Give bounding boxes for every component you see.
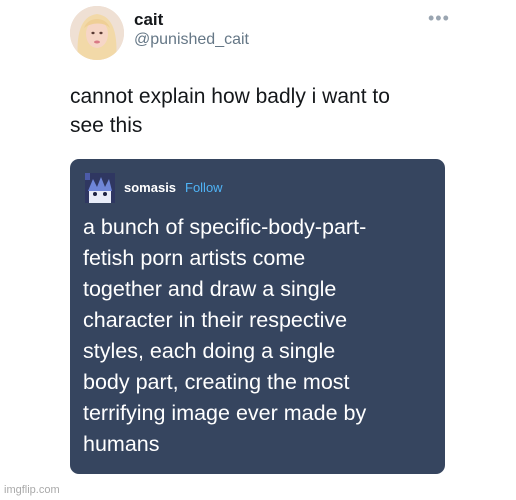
- tweet-text: cannot explain how badly i want to see t…: [70, 82, 440, 140]
- post-body-line: character in their respective: [83, 308, 348, 332]
- post-body: a bunch of specific-body-part- fetish po…: [83, 212, 435, 460]
- post-username[interactable]: somasis: [124, 180, 176, 195]
- post-body-line: a bunch of specific-body-part-: [83, 215, 367, 239]
- post-body-line: fetish porn artists come: [83, 246, 306, 270]
- post-body-line: body part, creating the most: [83, 370, 350, 394]
- post-body-line: styles, each doing a single: [83, 339, 336, 363]
- follow-link[interactable]: Follow: [185, 180, 223, 195]
- post-body-line: humans: [83, 432, 160, 456]
- embedded-post-card: somasis Follow a bunch of specific-body-…: [70, 159, 445, 474]
- post-avatar[interactable]: [85, 173, 115, 203]
- tweet-text-line: cannot explain how badly i want to: [70, 85, 390, 108]
- post-body-line: together and draw a single: [83, 277, 337, 301]
- display-name[interactable]: cait: [134, 10, 163, 30]
- post-body-line: terrifying image ever made by: [83, 401, 367, 425]
- watermark: imgflip.com: [4, 484, 60, 496]
- user-handle[interactable]: @punished_cait: [134, 31, 249, 49]
- avatar[interactable]: [70, 6, 124, 60]
- tweet-text-line: see this: [70, 114, 143, 137]
- ellipsis-icon[interactable]: •••: [428, 8, 450, 29]
